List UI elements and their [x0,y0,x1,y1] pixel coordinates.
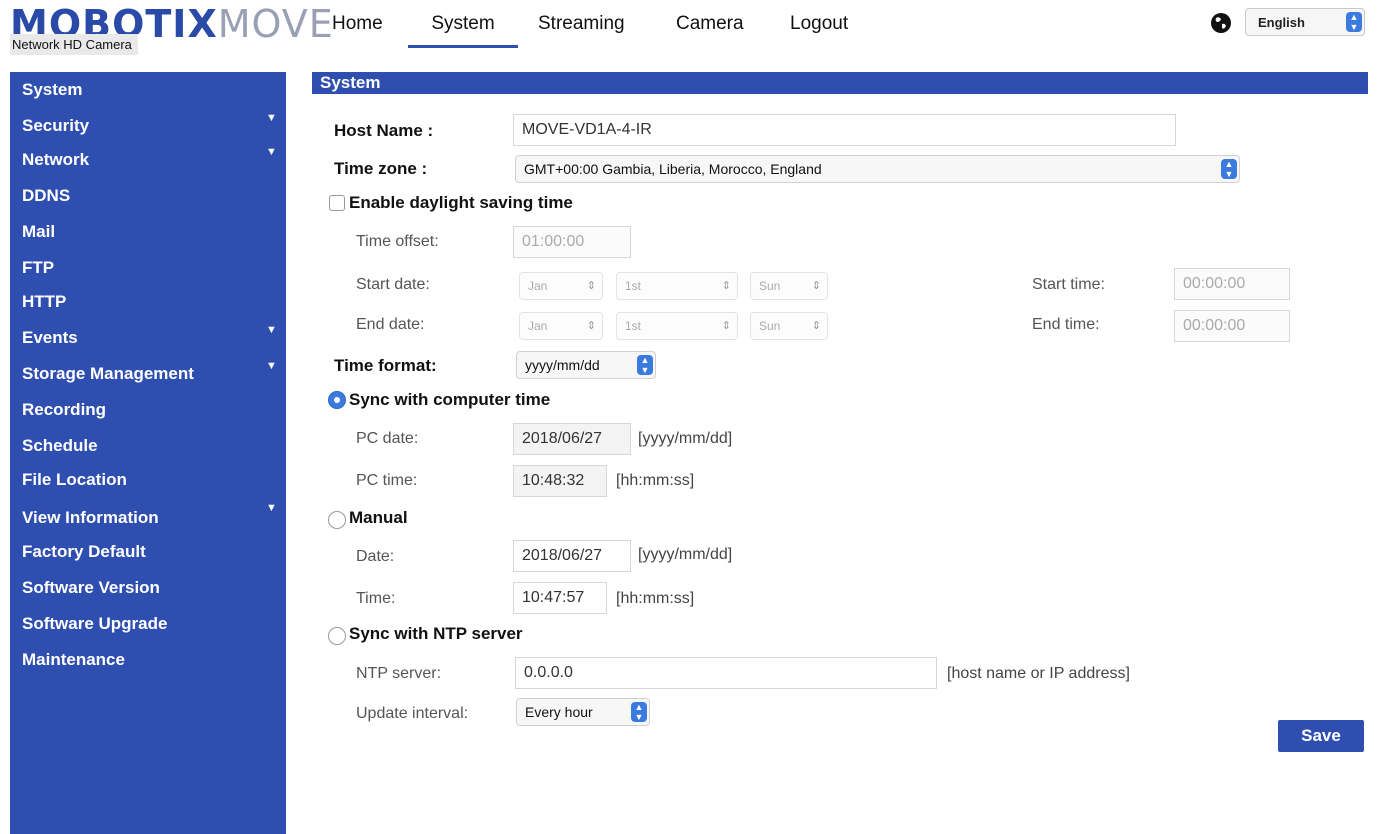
sidebar-item-software-upgrade[interactable]: Software Upgrade [22,614,167,634]
start-day-value: 1st [625,279,642,293]
pc-date-hint: [yyyy/mm/dd] [638,430,733,447]
sidebar-item-security[interactable]: Security [22,116,89,136]
nav-system[interactable]: System [408,13,518,48]
start-day-select[interactable]: 1st ⇕ [616,272,738,300]
chevron-updown-icon: ⇕ [811,320,821,332]
end-month-select[interactable]: Jan ⇕ [519,312,603,340]
sidebar: System Security ▼ Network ▼ DDNS Mail FT… [10,72,286,834]
language-value: English [1258,15,1305,30]
section-title: System [312,72,1368,94]
end-weekday-select[interactable]: Sun ⇕ [750,312,828,340]
sidebar-item-view-information[interactable]: View Information [22,508,159,528]
end-day-select[interactable]: 1st ⇕ [616,312,738,340]
sidebar-item-file-location[interactable]: File Location [22,470,127,490]
sidebar-item-http[interactable]: HTTP [22,292,66,312]
chevron-updown-icon: ▲ ▼ [637,355,653,375]
time-hint: [hh:mm:ss] [616,590,695,607]
time-zone-select[interactable]: GMT+00:00 Gambia, Liberia, Morocco, Engl… [515,155,1240,183]
sidebar-item-storage-management[interactable]: Storage Management [22,364,194,384]
ntp-server-input[interactable]: 0.0.0.0 [515,657,937,689]
end-day-value: 1st [625,319,642,333]
save-button[interactable]: Save [1278,720,1364,752]
end-time-input[interactable]: 00:00:00 [1174,310,1290,342]
chevron-updown-icon: ▲ ▼ [1221,159,1237,179]
chevron-updown-icon: ⇕ [721,280,731,292]
end-time-label: End time: [1032,316,1100,333]
start-month-select[interactable]: Jan ⇕ [519,272,603,300]
time-label: Time: [356,590,396,607]
host-name-label: Host Name : [334,121,434,140]
dst-checkbox[interactable] [329,195,345,211]
sidebar-item-factory-default[interactable]: Factory Default [22,542,146,562]
manual-label: Manual [349,508,408,527]
start-weekday-value: Sun [759,279,781,293]
sidebar-item-software-version[interactable]: Software Version [22,578,160,598]
time-format-value: yyyy/mm/dd [525,357,600,373]
pc-time-input[interactable]: 10:48:32 [513,465,607,497]
sidebar-item-ddns[interactable]: DDNS [22,186,70,206]
device-subtitle: Network HD Camera [10,34,138,55]
end-weekday-value: Sun [759,319,781,333]
nav-streaming[interactable]: Streaming [538,13,625,35]
logo-sub: MOVE [217,2,334,46]
sidebar-item-recording[interactable]: Recording [22,400,106,420]
chevron-updown-icon: ▲ ▼ [1346,12,1362,32]
expand-arrow-icon[interactable]: ▼ [266,502,277,514]
dst-label: Enable daylight saving time [349,193,573,212]
pc-time-hint: [hh:mm:ss] [616,472,695,489]
chevron-updown-icon: ⇕ [586,320,596,332]
sidebar-item-system[interactable]: System [22,80,82,100]
start-weekday-select[interactable]: Sun ⇕ [750,272,828,300]
start-time-input[interactable]: 00:00:00 [1174,268,1290,300]
host-name-input[interactable]: MOVE-VD1A-4-IR [513,114,1176,146]
time-format-select[interactable]: yyyy/mm/dd ▲ ▼ [516,351,656,379]
nav-camera[interactable]: Camera [676,13,744,35]
sidebar-item-mail[interactable]: Mail [22,222,55,242]
ntp-label: Sync with NTP server [349,624,523,643]
sidebar-item-maintenance[interactable]: Maintenance [22,650,125,670]
ntp-server-label: NTP server: [356,665,442,682]
ntp-server-hint: [host name or IP address] [947,665,1130,682]
end-date-label: End date: [356,316,425,333]
language-select[interactable]: English ▲ ▼ [1245,8,1365,36]
date-hint: [yyyy/mm/dd] [638,546,733,563]
sync-pc-label: Sync with computer time [349,390,551,409]
sidebar-item-ftp[interactable]: FTP [22,258,54,278]
chevron-updown-icon: ⇕ [811,280,821,292]
time-format-label: Time format: [334,356,437,375]
manual-radio[interactable] [328,511,346,529]
pc-time-label: PC time: [356,472,418,489]
time-zone-value: GMT+00:00 Gambia, Liberia, Morocco, Engl… [524,161,822,177]
chevron-updown-icon: ⇕ [586,280,596,292]
start-month-value: Jan [528,279,548,293]
sidebar-item-schedule[interactable]: Schedule [22,436,98,456]
sidebar-item-events[interactable]: Events [22,328,78,348]
globe-icon [1211,13,1231,33]
nav-logout[interactable]: Logout [790,13,848,35]
update-interval-label: Update interval: [356,705,469,722]
sync-pc-radio[interactable] [328,391,346,409]
chevron-updown-icon: ⇕ [721,320,731,332]
expand-arrow-icon[interactable]: ▼ [266,112,277,124]
expand-arrow-icon[interactable]: ▼ [266,324,277,336]
pc-date-input[interactable]: 2018/06/27 [513,423,631,455]
expand-arrow-icon[interactable]: ▼ [266,146,277,158]
end-month-value: Jan [528,319,548,333]
start-date-label: Start date: [356,276,430,293]
expand-arrow-icon[interactable]: ▼ [266,360,277,372]
nav-home[interactable]: Home [332,13,383,35]
ntp-radio[interactable] [328,627,346,645]
update-interval-select[interactable]: Every hour ▲ ▼ [516,698,650,726]
date-label: Date: [356,548,395,565]
manual-date-input[interactable]: 2018/06/27 [513,540,631,572]
sidebar-item-network[interactable]: Network [22,150,89,170]
time-zone-label: Time zone : [334,159,428,178]
update-interval-value: Every hour [525,704,593,720]
manual-time-input[interactable]: 10:47:57 [513,582,607,614]
chevron-updown-icon: ▲ ▼ [631,702,647,722]
time-offset-input[interactable]: 01:00:00 [513,226,631,258]
pc-date-label: PC date: [356,430,419,447]
start-time-label: Start time: [1032,276,1105,293]
time-offset-label: Time offset: [356,233,439,250]
